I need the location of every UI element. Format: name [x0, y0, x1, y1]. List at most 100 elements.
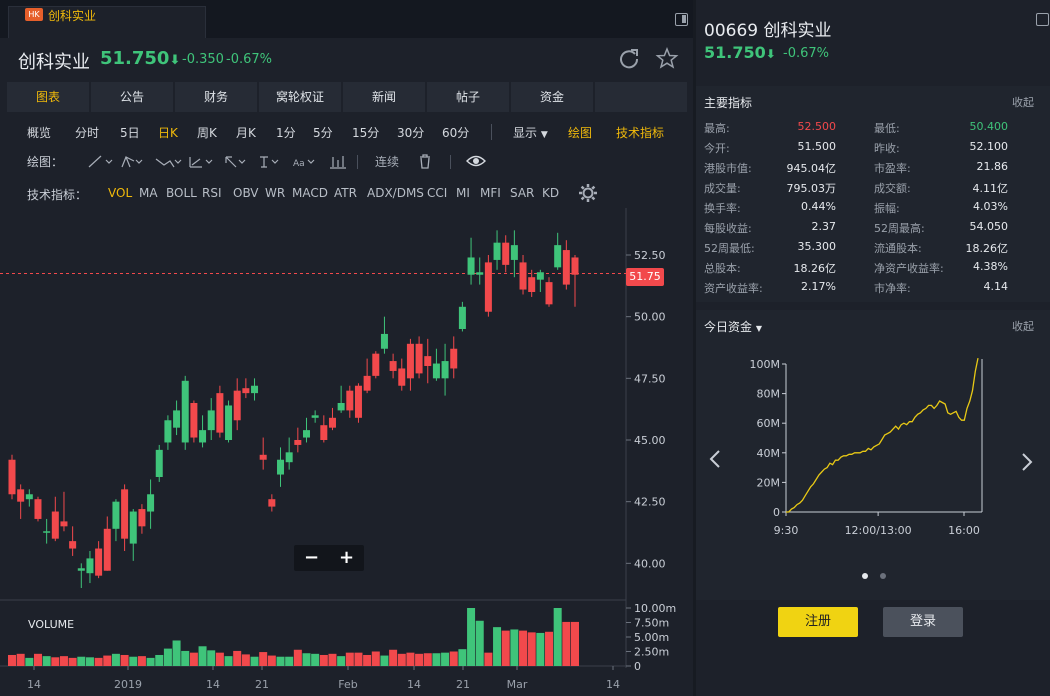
ind-mi[interactable]: MI [456, 186, 470, 200]
ind-kd[interactable]: KD [542, 186, 559, 200]
ind-ma[interactable]: MA [139, 186, 158, 200]
tf-15min[interactable]: 15分 [352, 124, 379, 141]
refresh-icon[interactable] [618, 47, 640, 69]
candle-body [389, 361, 397, 371]
tf-intraday[interactable]: 分时 [75, 124, 99, 141]
volume-bar [527, 632, 536, 666]
candlestick-chart[interactable]: 52.50 50.00 47.50 45.00 42.50 40.00 10.00m 7.50… [0, 208, 693, 696]
fund-collapse-link[interactable]: 收起 [1012, 318, 1034, 334]
ind-boll[interactable]: BOLL [166, 186, 197, 200]
display-dropdown[interactable]: 显示 ▼ [513, 124, 548, 141]
volume-bar [68, 657, 77, 666]
volume-bar [484, 652, 493, 666]
volume-y-tick-label: 2.50m [634, 646, 669, 659]
candle-body [129, 511, 137, 544]
metric-label: 净资产收益率: [874, 262, 944, 275]
tf-60min[interactable]: 60分 [442, 124, 469, 141]
continuous-toggle[interactable]: 连续 [375, 153, 399, 169]
login-button[interactable]: 登录 [883, 607, 963, 637]
volume-bar [137, 656, 146, 666]
ind-cci[interactable]: CCI [427, 186, 447, 200]
draw-label: 绘图： [27, 155, 64, 169]
tf-5min[interactable]: 5分 [313, 124, 333, 141]
indicators-button[interactable]: 技术指标 [616, 124, 664, 141]
volume-bar [276, 656, 285, 666]
y-tick-label: 45.00 [634, 434, 666, 447]
y-tick-label: 52.50 [634, 249, 666, 262]
metrics-collapse-link[interactable]: 收起 [1012, 94, 1034, 110]
ind-sar[interactable]: SAR [510, 186, 534, 200]
tf-weekly[interactable]: 周K [197, 124, 217, 141]
settings-gear-icon[interactable] [578, 183, 598, 203]
y-tick-label: 100M [750, 358, 781, 371]
register-button[interactable]: 注册 [778, 607, 858, 637]
candle-body [346, 390, 354, 411]
metric-value: 2.37 [811, 220, 837, 233]
candle-body [173, 410, 181, 428]
metrics-section: 主要指标 收起 最高: 52.500 最低: 50.400 今开: 51.500 昨收: 52… [696, 86, 1050, 302]
candle-body [199, 430, 207, 443]
volume-bar [224, 656, 233, 666]
ind-adx[interactable]: ADX/DMS [367, 186, 424, 200]
tab-posts[interactable]: 帖子 [427, 82, 509, 112]
volume-bar [241, 654, 250, 666]
tab-announcement[interactable]: 公告 [91, 82, 173, 112]
carousel-dot-active[interactable] [862, 573, 868, 579]
candle-body [86, 558, 94, 574]
ind-macd[interactable]: MACD [292, 186, 328, 200]
eye-icon[interactable] [466, 154, 486, 168]
volume-bar [129, 656, 138, 666]
text-tool-icon [260, 156, 268, 168]
candle-body [502, 242, 510, 265]
x-tick-label: 14 [407, 678, 421, 691]
fund-flow-line [786, 357, 979, 513]
ind-vol[interactable]: VOL [108, 186, 132, 200]
candle-body [406, 343, 414, 379]
tab-chart[interactable]: 图表 [7, 82, 89, 112]
candle-body [112, 501, 120, 529]
candle-body [268, 499, 276, 507]
tf-daily[interactable]: 日K [158, 124, 178, 141]
tab-warrants[interactable]: 窝轮权证 [259, 82, 341, 112]
ind-rsi[interactable]: RSI [202, 186, 222, 200]
ind-wr[interactable]: WR [265, 186, 285, 200]
chevron-left-icon[interactable] [708, 448, 722, 470]
tf-5day[interactable]: 5日 [120, 124, 140, 141]
volume-bar [562, 621, 571, 666]
tf-overview[interactable]: 概览 [27, 124, 51, 141]
draw-button[interactable]: 绘图 [568, 124, 592, 141]
ind-obv[interactable]: OBV [233, 186, 259, 200]
volume-bar [363, 654, 372, 666]
tab-finance[interactable]: 财务 [175, 82, 257, 112]
zoom-control: − + [294, 545, 364, 571]
zoom-in-button[interactable]: + [329, 545, 364, 571]
panel-toggle-icon[interactable] [1036, 13, 1049, 26]
carousel-dot[interactable] [880, 573, 886, 579]
tf-monthly[interactable]: 月K [236, 124, 256, 141]
metric-label: 市盈率: [874, 162, 911, 175]
measure-tool-icon [330, 156, 346, 169]
tf-30min[interactable]: 30分 [397, 124, 424, 141]
candle-body [251, 385, 259, 394]
metric-label: 成交量: [704, 182, 741, 195]
zoom-out-button[interactable]: − [294, 545, 329, 571]
tab-funds[interactable]: 资金 [511, 82, 593, 112]
volume-bar [285, 656, 294, 666]
candle-body [25, 494, 33, 500]
volume-bar [432, 653, 441, 666]
fund-section: 今日资金 ▼ 收起 100M 80M 60M 40M 20M 0 9:30 12:00/13:… [696, 310, 1050, 600]
tab-stock-name[interactable]: 创科实业 [48, 7, 96, 24]
trash-icon[interactable] [417, 153, 433, 169]
x-tick-label: 21 [255, 678, 269, 691]
volume-y-tick-label: 10.00m [634, 602, 676, 615]
ind-mfi[interactable]: MFI [480, 186, 501, 200]
y-tick-label: 80M [757, 388, 781, 401]
tf-1min[interactable]: 1分 [276, 124, 296, 141]
tab-news[interactable]: 新闻 [343, 82, 425, 112]
ind-atr[interactable]: ATR [334, 186, 357, 200]
metric-value: 4.03% [973, 200, 1008, 213]
fund-title[interactable]: 今日资金 ▼ [704, 318, 762, 335]
volume-bar [250, 656, 259, 666]
star-icon[interactable] [655, 47, 679, 69]
chevron-right-icon[interactable] [1020, 451, 1034, 473]
